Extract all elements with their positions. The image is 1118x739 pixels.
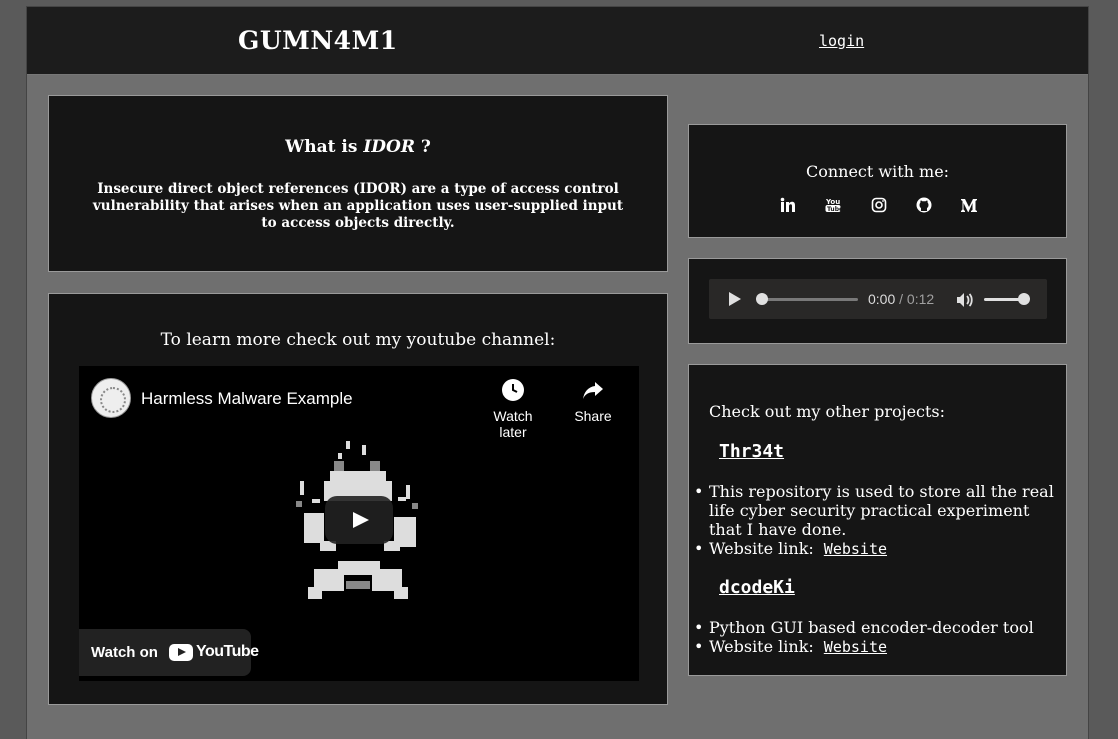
channel-avatar[interactable] <box>91 378 131 418</box>
connect-card: Connect with me: YouTube <box>688 124 1067 238</box>
youtube-embed[interactable]: Harmless Malware Example Watch later Sha… <box>79 366 639 681</box>
project-details-dcodeki: Python GUI based encoder-decoder tool We… <box>694 618 1054 657</box>
watch-on-label: Watch on <box>91 644 158 661</box>
project-website-link[interactable]: Website <box>824 540 887 558</box>
youtube-play-icon <box>169 644 193 661</box>
video-title[interactable]: Harmless Malware Example <box>141 389 353 409</box>
audio-seek-track[interactable] <box>763 298 858 301</box>
project-description: Python GUI based encoder-decoder tool <box>694 618 1054 637</box>
social-links: YouTube <box>689 197 1066 217</box>
youtube-lead: To learn more check out my youtube chann… <box>160 330 556 350</box>
site-title: GUMN4M1 <box>238 26 398 55</box>
audio-current-time: 0:00 <box>868 291 896 307</box>
youtube-logo: YouTube <box>169 643 259 663</box>
project-details-thr34t: This repository is used to store all the… <box>694 482 1054 559</box>
share-button[interactable]: Share <box>558 378 628 424</box>
play-video-button[interactable] <box>325 496 393 544</box>
clock-icon <box>502 379 524 401</box>
idor-info-card: What is IDOR ? Insecure direct object re… <box>48 95 668 272</box>
youtube-wordmark: YouTube <box>196 643 259 660</box>
share-icon <box>583 382 603 399</box>
audio-duration: 0:12 <box>906 291 935 307</box>
youtube-card: To learn more check out my youtube chann… <box>48 293 668 705</box>
projects-card: Check out my other projects: Thr34t This… <box>688 364 1067 676</box>
project-link-row: Website link: Website <box>694 539 1054 559</box>
project-title-thr34t[interactable]: Thr34t <box>719 441 784 462</box>
audio-play-icon[interactable] <box>729 292 741 306</box>
github-icon[interactable] <box>915 197 933 215</box>
audio-player[interactable]: 0:00 / 0:12 <box>709 279 1047 319</box>
idor-description: Insecure direct object references (IDOR)… <box>92 181 624 231</box>
site-header: GUMN4M1 login <box>27 7 1088 75</box>
audio-time-separator: / <box>895 291 907 307</box>
project-title-dcodeki[interactable]: dcodeKi <box>719 577 795 598</box>
idor-heading: What is IDOR ? <box>49 137 667 157</box>
share-label: Share <box>574 408 612 424</box>
audio-seek-handle[interactable] <box>756 293 768 305</box>
medium-icon[interactable] <box>960 197 978 215</box>
connect-lead: Connect with me: <box>805 162 950 181</box>
watch-on-youtube-button[interactable]: Watch on YouTube <box>79 629 259 676</box>
audio-card: 0:00 / 0:12 <box>688 258 1067 344</box>
idor-heading-suffix: ? <box>414 137 431 157</box>
project-link-row: Website link: Website <box>694 637 1054 657</box>
login-link[interactable]: login <box>819 32 864 50</box>
project-website-link[interactable]: Website <box>824 638 887 656</box>
linkedin-icon[interactable] <box>779 197 797 215</box>
audio-time: 0:00 / 0:12 <box>868 291 934 307</box>
idor-heading-term: IDOR <box>363 137 415 157</box>
volume-slider-handle[interactable] <box>1018 293 1030 305</box>
volume-icon[interactable] <box>956 292 974 308</box>
watch-later-button[interactable]: Watch later <box>478 378 548 440</box>
project-link-label: Website link: <box>709 539 814 558</box>
projects-lead: Check out my other projects: <box>709 402 946 421</box>
youtube-icon[interactable]: YouTube <box>824 197 843 215</box>
svg-text:Tube: Tube <box>827 206 841 213</box>
watch-later-label: Watch later <box>493 408 533 440</box>
instagram-icon[interactable] <box>870 197 888 215</box>
idor-heading-prefix: What is <box>285 137 364 157</box>
svg-text:You: You <box>825 198 840 206</box>
project-description: This repository is used to store all the… <box>694 482 1054 539</box>
project-link-label: Website link: <box>709 637 814 656</box>
